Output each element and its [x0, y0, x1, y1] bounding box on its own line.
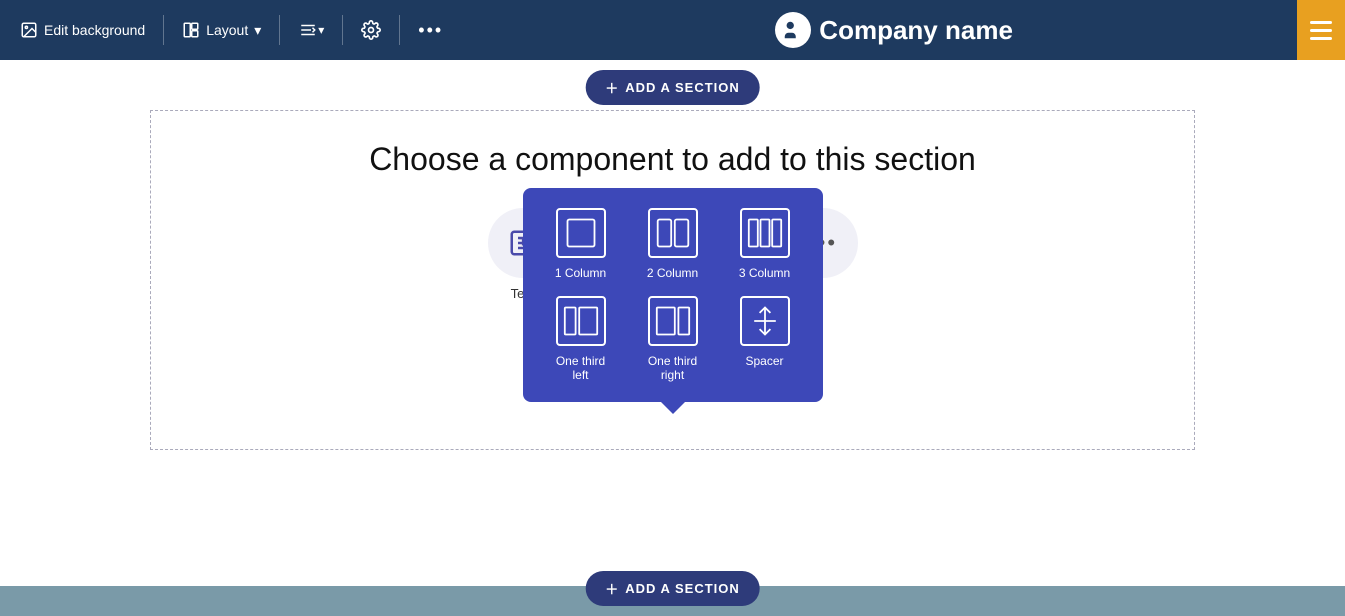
add-section-bottom: ＋ ADD A SECTION [585, 571, 760, 606]
layout-option-two-column[interactable]: 2 Column [635, 208, 711, 280]
edit-background-label: Edit background [44, 22, 145, 38]
section-container: Choose a component to add to this sectio… [150, 110, 1195, 450]
layout-chevron-icon: ▾ [254, 22, 261, 39]
layout-option-one-column[interactable]: 1 Column [543, 208, 619, 280]
toolbar: Edit background Layout ▾ ▾ [0, 0, 1345, 60]
toolbar-divider-4 [399, 15, 400, 45]
two-column-icon [648, 208, 698, 258]
section-heading: Choose a component to add to this sectio… [181, 141, 1164, 178]
toolbar-divider-3 [342, 15, 343, 45]
layout-option-one-third-right[interactable]: One thirdright [635, 296, 711, 382]
layout-label: Layout [206, 22, 248, 38]
one-third-right-icon [648, 296, 698, 346]
three-column-icon [740, 208, 790, 258]
add-section-top-button[interactable]: ＋ ADD A SECTION [585, 70, 760, 105]
company-logo-icon [775, 12, 811, 48]
toolbar-divider-2 [279, 15, 280, 45]
edit-background-button[interactable]: Edit background [10, 15, 155, 45]
toolbar-left: Edit background Layout ▾ ▾ [10, 14, 453, 47]
settings-button[interactable] [351, 14, 391, 46]
add-section-top-label: ADD A SECTION [625, 80, 740, 95]
layout-popup: 1 Column 2 Column [523, 188, 823, 402]
one-column-label: 1 Column [555, 266, 606, 280]
two-column-label: 2 Column [647, 266, 698, 280]
plus-icon-bottom: ＋ [605, 579, 619, 598]
add-section-bottom-label: ADD A SECTION [625, 581, 740, 596]
spacer-label: Spacer [745, 354, 783, 368]
layout-option-three-column[interactable]: 3 Column [727, 208, 803, 280]
one-column-icon [556, 208, 606, 258]
align-button[interactable]: ▾ [288, 15, 334, 45]
one-third-left-label: One thirdleft [556, 354, 605, 382]
align-chevron-icon: ▾ [318, 23, 324, 37]
one-third-left-icon [556, 296, 606, 346]
one-third-right-label: One thirdright [648, 354, 697, 382]
layout-button[interactable]: Layout ▾ [172, 15, 271, 45]
layout-option-one-third-left[interactable]: One thirdleft [543, 296, 619, 382]
company-name-header: Company name [453, 12, 1335, 48]
toolbar-divider-1 [163, 15, 164, 45]
hamburger-icon [1310, 21, 1332, 40]
layout-option-spacer[interactable]: Spacer [727, 296, 803, 382]
hamburger-button[interactable] [1297, 0, 1345, 60]
add-section-bottom-button[interactable]: ＋ ADD A SECTION [585, 571, 760, 606]
spacer-icon [740, 296, 790, 346]
add-section-top: ＋ ADD A SECTION [585, 70, 760, 105]
components-row: T Text Button [181, 208, 1164, 301]
main-area: ＋ ADD A SECTION Choose a component to ad… [0, 60, 1345, 616]
company-name-text: Company name [819, 15, 1013, 46]
plus-icon-top: ＋ [605, 78, 619, 97]
more-options-button[interactable]: ••• [408, 14, 453, 47]
three-column-label: 3 Column [739, 266, 790, 280]
